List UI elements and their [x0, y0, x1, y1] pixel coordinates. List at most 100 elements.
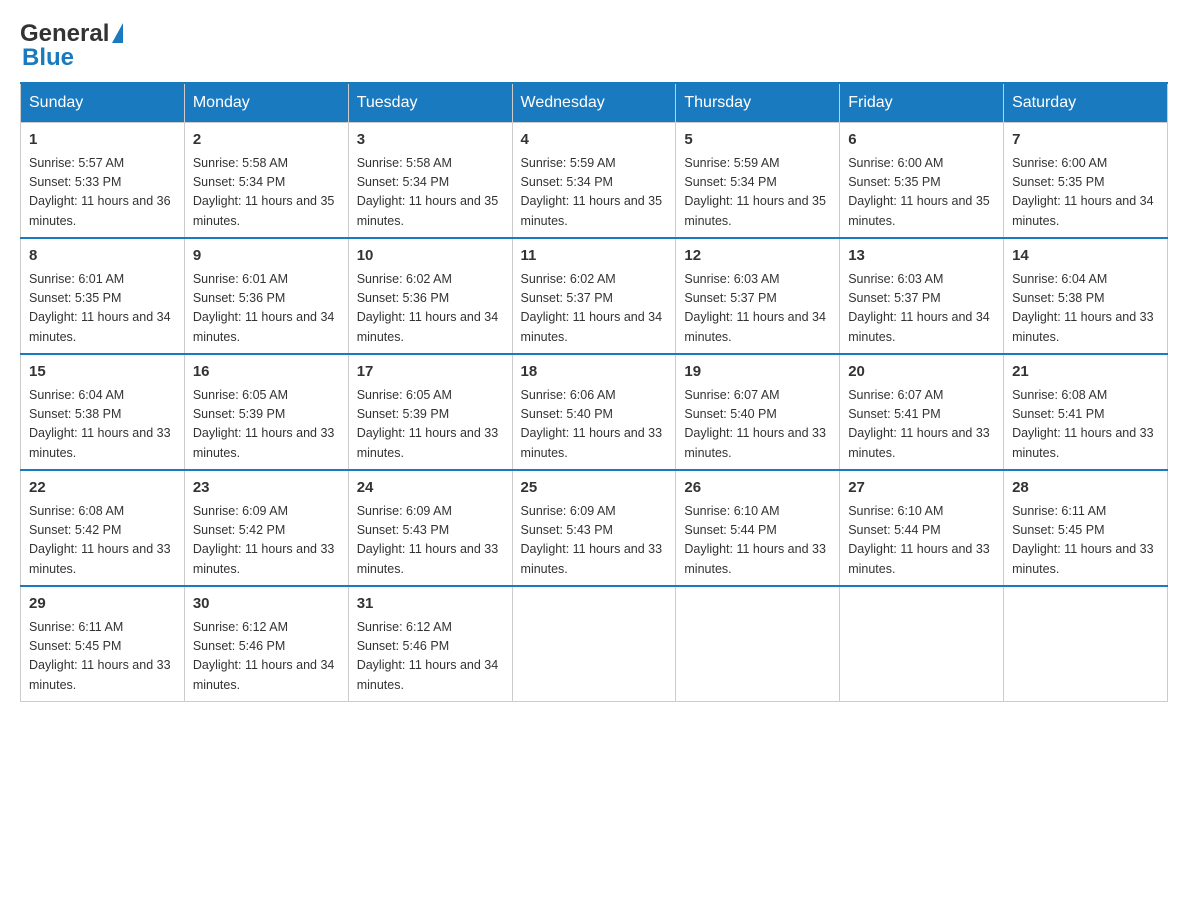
calendar-cell [512, 586, 676, 702]
calendar-cell: 23Sunrise: 6:09 AMSunset: 5:42 PMDayligh… [184, 470, 348, 586]
day-info: Sunrise: 5:58 AMSunset: 5:34 PMDaylight:… [193, 154, 340, 232]
calendar-cell: 22Sunrise: 6:08 AMSunset: 5:42 PMDayligh… [21, 470, 185, 586]
calendar-cell: 11Sunrise: 6:02 AMSunset: 5:37 PMDayligh… [512, 238, 676, 354]
day-number: 1 [29, 129, 176, 152]
day-number: 15 [29, 361, 176, 384]
calendar-cell: 24Sunrise: 6:09 AMSunset: 5:43 PMDayligh… [348, 470, 512, 586]
calendar-cell: 29Sunrise: 6:11 AMSunset: 5:45 PMDayligh… [21, 586, 185, 702]
day-info: Sunrise: 6:00 AMSunset: 5:35 PMDaylight:… [1012, 154, 1159, 232]
calendar-cell: 18Sunrise: 6:06 AMSunset: 5:40 PMDayligh… [512, 354, 676, 470]
day-number: 23 [193, 477, 340, 500]
day-info: Sunrise: 6:06 AMSunset: 5:40 PMDaylight:… [521, 386, 668, 464]
calendar-cell: 4Sunrise: 5:59 AMSunset: 5:34 PMDaylight… [512, 123, 676, 239]
day-number: 8 [29, 245, 176, 268]
day-info: Sunrise: 6:01 AMSunset: 5:35 PMDaylight:… [29, 270, 176, 348]
day-number: 24 [357, 477, 504, 500]
day-number: 4 [521, 129, 668, 152]
weekday-header-monday: Monday [184, 83, 348, 123]
day-number: 6 [848, 129, 995, 152]
calendar-cell: 2Sunrise: 5:58 AMSunset: 5:34 PMDaylight… [184, 123, 348, 239]
day-info: Sunrise: 6:02 AMSunset: 5:37 PMDaylight:… [521, 270, 668, 348]
calendar-cell: 25Sunrise: 6:09 AMSunset: 5:43 PMDayligh… [512, 470, 676, 586]
day-info: Sunrise: 5:58 AMSunset: 5:34 PMDaylight:… [357, 154, 504, 232]
day-number: 29 [29, 593, 176, 616]
day-number: 2 [193, 129, 340, 152]
calendar-cell: 30Sunrise: 6:12 AMSunset: 5:46 PMDayligh… [184, 586, 348, 702]
day-number: 27 [848, 477, 995, 500]
day-number: 13 [848, 245, 995, 268]
calendar-cell: 27Sunrise: 6:10 AMSunset: 5:44 PMDayligh… [840, 470, 1004, 586]
day-info: Sunrise: 6:03 AMSunset: 5:37 PMDaylight:… [848, 270, 995, 348]
day-info: Sunrise: 6:09 AMSunset: 5:43 PMDaylight:… [357, 502, 504, 580]
day-number: 20 [848, 361, 995, 384]
day-info: Sunrise: 5:57 AMSunset: 5:33 PMDaylight:… [29, 154, 176, 232]
calendar-cell: 12Sunrise: 6:03 AMSunset: 5:37 PMDayligh… [676, 238, 840, 354]
weekday-header-tuesday: Tuesday [348, 83, 512, 123]
calendar-cell: 26Sunrise: 6:10 AMSunset: 5:44 PMDayligh… [676, 470, 840, 586]
calendar-cell: 28Sunrise: 6:11 AMSunset: 5:45 PMDayligh… [1004, 470, 1168, 586]
day-info: Sunrise: 6:03 AMSunset: 5:37 PMDaylight:… [684, 270, 831, 348]
day-info: Sunrise: 6:11 AMSunset: 5:45 PMDaylight:… [29, 618, 176, 696]
logo-blue-text: Blue [22, 44, 74, 72]
day-number: 30 [193, 593, 340, 616]
calendar-cell [676, 586, 840, 702]
calendar-week-1: 1Sunrise: 5:57 AMSunset: 5:33 PMDaylight… [21, 123, 1168, 239]
weekday-header-friday: Friday [840, 83, 1004, 123]
weekday-header-saturday: Saturday [1004, 83, 1168, 123]
weekday-header-sunday: Sunday [21, 83, 185, 123]
day-number: 16 [193, 361, 340, 384]
calendar-cell: 6Sunrise: 6:00 AMSunset: 5:35 PMDaylight… [840, 123, 1004, 239]
day-number: 19 [684, 361, 831, 384]
calendar-week-4: 22Sunrise: 6:08 AMSunset: 5:42 PMDayligh… [21, 470, 1168, 586]
calendar-cell: 14Sunrise: 6:04 AMSunset: 5:38 PMDayligh… [1004, 238, 1168, 354]
calendar-cell: 1Sunrise: 5:57 AMSunset: 5:33 PMDaylight… [21, 123, 185, 239]
day-number: 17 [357, 361, 504, 384]
calendar-week-5: 29Sunrise: 6:11 AMSunset: 5:45 PMDayligh… [21, 586, 1168, 702]
day-number: 10 [357, 245, 504, 268]
day-info: Sunrise: 6:07 AMSunset: 5:40 PMDaylight:… [684, 386, 831, 464]
day-number: 11 [521, 245, 668, 268]
calendar-cell: 31Sunrise: 6:12 AMSunset: 5:46 PMDayligh… [348, 586, 512, 702]
day-number: 9 [193, 245, 340, 268]
day-info: Sunrise: 6:10 AMSunset: 5:44 PMDaylight:… [684, 502, 831, 580]
day-info: Sunrise: 6:04 AMSunset: 5:38 PMDaylight:… [1012, 270, 1159, 348]
day-info: Sunrise: 6:00 AMSunset: 5:35 PMDaylight:… [848, 154, 995, 232]
day-number: 12 [684, 245, 831, 268]
calendar-cell: 16Sunrise: 6:05 AMSunset: 5:39 PMDayligh… [184, 354, 348, 470]
calendar-table: SundayMondayTuesdayWednesdayThursdayFrid… [20, 82, 1168, 702]
day-info: Sunrise: 6:05 AMSunset: 5:39 PMDaylight:… [357, 386, 504, 464]
day-info: Sunrise: 6:01 AMSunset: 5:36 PMDaylight:… [193, 270, 340, 348]
calendar-week-3: 15Sunrise: 6:04 AMSunset: 5:38 PMDayligh… [21, 354, 1168, 470]
calendar-cell: 9Sunrise: 6:01 AMSunset: 5:36 PMDaylight… [184, 238, 348, 354]
calendar-cell [840, 586, 1004, 702]
day-info: Sunrise: 6:09 AMSunset: 5:43 PMDaylight:… [521, 502, 668, 580]
calendar-header-row: SundayMondayTuesdayWednesdayThursdayFrid… [21, 83, 1168, 123]
calendar-cell: 7Sunrise: 6:00 AMSunset: 5:35 PMDaylight… [1004, 123, 1168, 239]
logo-triangle-icon [112, 23, 123, 43]
day-number: 7 [1012, 129, 1159, 152]
day-info: Sunrise: 6:08 AMSunset: 5:41 PMDaylight:… [1012, 386, 1159, 464]
calendar-cell: 3Sunrise: 5:58 AMSunset: 5:34 PMDaylight… [348, 123, 512, 239]
calendar-cell: 21Sunrise: 6:08 AMSunset: 5:41 PMDayligh… [1004, 354, 1168, 470]
day-number: 14 [1012, 245, 1159, 268]
day-info: Sunrise: 6:11 AMSunset: 5:45 PMDaylight:… [1012, 502, 1159, 580]
day-info: Sunrise: 5:59 AMSunset: 5:34 PMDaylight:… [521, 154, 668, 232]
day-number: 25 [521, 477, 668, 500]
weekday-header-wednesday: Wednesday [512, 83, 676, 123]
calendar-cell: 15Sunrise: 6:04 AMSunset: 5:38 PMDayligh… [21, 354, 185, 470]
day-info: Sunrise: 6:10 AMSunset: 5:44 PMDaylight:… [848, 502, 995, 580]
day-number: 18 [521, 361, 668, 384]
calendar-week-2: 8Sunrise: 6:01 AMSunset: 5:35 PMDaylight… [21, 238, 1168, 354]
day-number: 28 [1012, 477, 1159, 500]
day-number: 26 [684, 477, 831, 500]
calendar-cell: 10Sunrise: 6:02 AMSunset: 5:36 PMDayligh… [348, 238, 512, 354]
day-number: 3 [357, 129, 504, 152]
day-info: Sunrise: 6:05 AMSunset: 5:39 PMDaylight:… [193, 386, 340, 464]
logo: General Blue [20, 20, 123, 72]
day-info: Sunrise: 6:07 AMSunset: 5:41 PMDaylight:… [848, 386, 995, 464]
day-info: Sunrise: 6:04 AMSunset: 5:38 PMDaylight:… [29, 386, 176, 464]
day-number: 5 [684, 129, 831, 152]
calendar-cell: 5Sunrise: 5:59 AMSunset: 5:34 PMDaylight… [676, 123, 840, 239]
calendar-cell: 20Sunrise: 6:07 AMSunset: 5:41 PMDayligh… [840, 354, 1004, 470]
day-info: Sunrise: 5:59 AMSunset: 5:34 PMDaylight:… [684, 154, 831, 232]
